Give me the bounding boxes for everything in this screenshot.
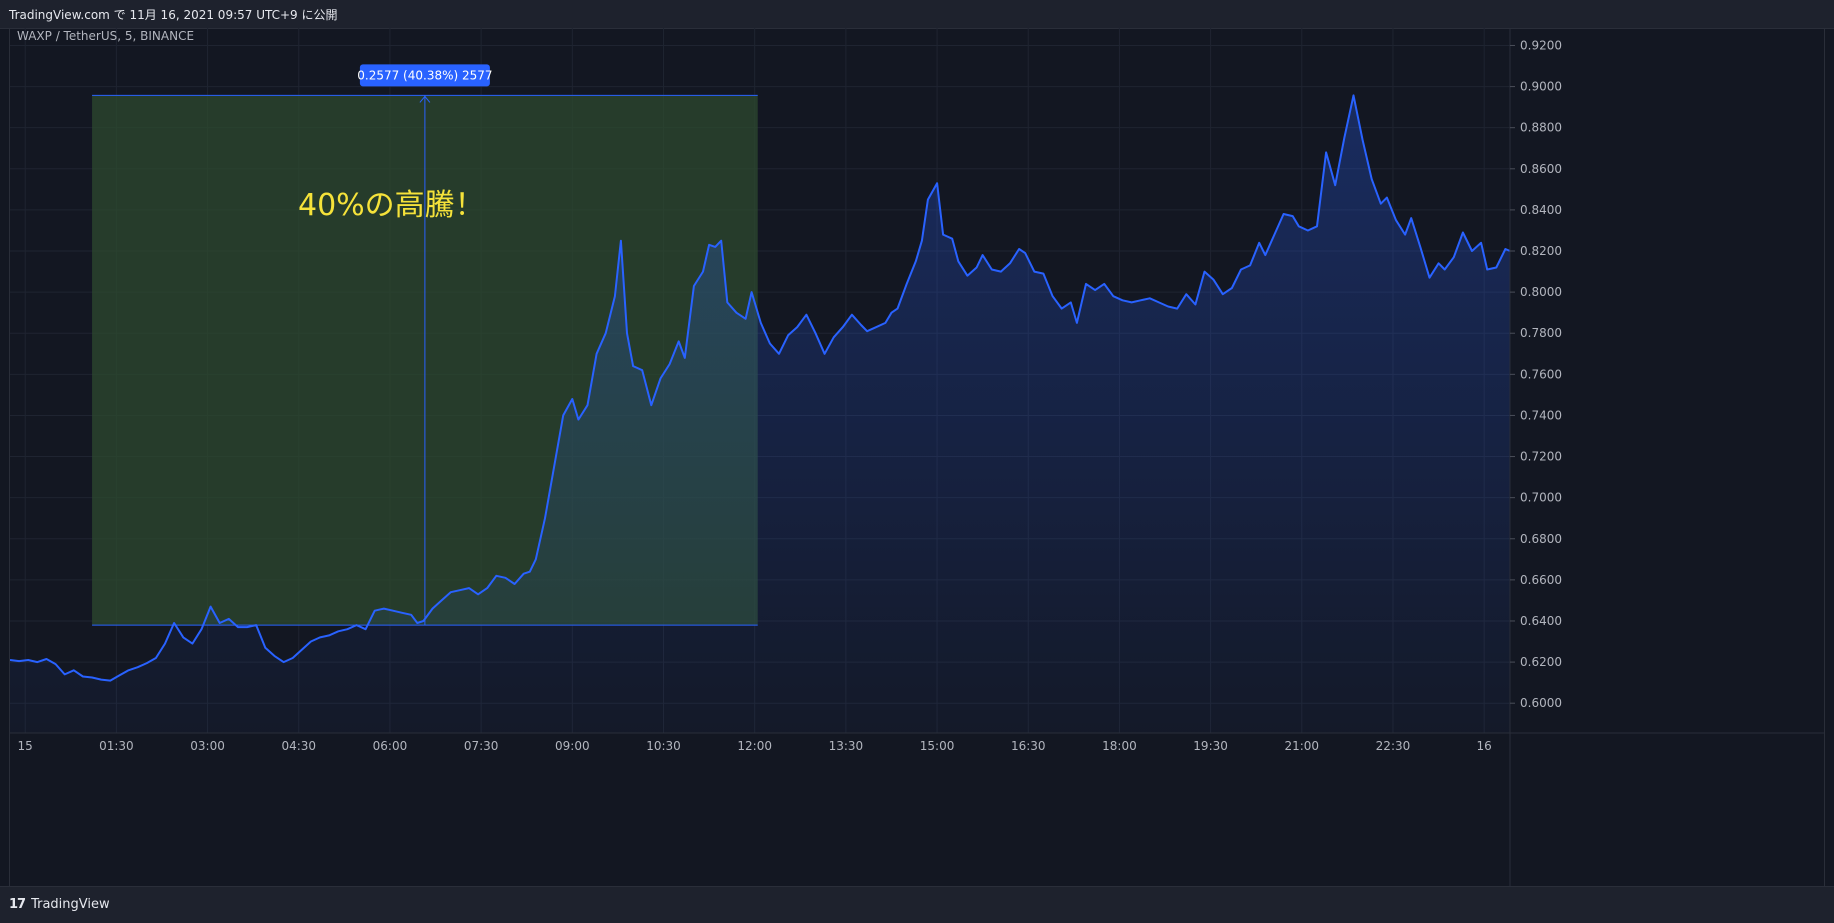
time-tick-label: 04:30 — [281, 739, 316, 753]
price-tick-label: 0.6800 — [1520, 532, 1562, 546]
tradingview-logo-icon: 17 — [9, 897, 26, 912]
time-tick-label: 09:00 — [555, 739, 590, 753]
price-tick-label: 0.9200 — [1520, 38, 1562, 52]
chart-area[interactable]: 0.2577 (40.38%) 2577 0.6000 0.6200 0.6400 0… — [9, 28, 1825, 886]
time-tick-label: 13:30 — [829, 739, 864, 753]
price-tick-label: 0.6000 — [1520, 696, 1562, 710]
publish-info-text: TradingView.com で 11月 16, 2021 09:57 UTC… — [9, 8, 338, 22]
tradingview-logo[interactable]: 17 TradingView — [9, 897, 110, 912]
price-tick-label: 0.9000 — [1520, 80, 1562, 94]
chart-canvas[interactable]: 0.2577 (40.38%) 2577 0.60000.62000.64000… — [10, 28, 1824, 886]
measure-badge-label: 0.2577 (40.38%) 2577 — [357, 68, 492, 82]
price-tick-label: 0.7000 — [1520, 491, 1562, 505]
time-tick-label: 22:30 — [1376, 739, 1411, 753]
price-tick-label: 0.8200 — [1520, 244, 1562, 258]
time-axis[interactable]: 15 01:30 03:00 04:30 06:00 07:30 09:00 10:30 12:… — [10, 732, 1824, 753]
time-tick-label: 18:00 — [1102, 739, 1137, 753]
price-tick-label: 0.7800 — [1520, 326, 1562, 340]
price-axis[interactable]: 0.6000 0.6200 0.6400 0.6600 0.6800 0.7000 0.72… — [1509, 28, 1562, 886]
time-tick-label: 07:30 — [464, 739, 499, 753]
price-tick-label: 0.8000 — [1520, 285, 1562, 299]
price-tick-label: 0.8600 — [1520, 162, 1562, 176]
price-tick-label: 0.8400 — [1520, 203, 1562, 217]
price-tick-label: 0.7200 — [1520, 450, 1562, 464]
price-tick-label: 0.6200 — [1520, 655, 1562, 669]
time-tick-label: 15:00 — [920, 739, 955, 753]
footer-bar: 17 TradingView — [0, 886, 1834, 923]
price-tick-label: 0.6600 — [1520, 573, 1562, 587]
time-tick-label: 16:30 — [1011, 739, 1046, 753]
time-tick-label: 16 — [1477, 739, 1492, 753]
price-tick-label: 0.7600 — [1520, 367, 1562, 381]
time-tick-label: 15 — [18, 739, 33, 753]
time-tick-label: 12:00 — [737, 739, 772, 753]
price-tick-label: 0.6400 — [1520, 614, 1562, 628]
time-tick-label: 01:30 — [99, 739, 134, 753]
time-tick-label: 03:00 — [190, 739, 225, 753]
annotation-text: 40%の高騰！ — [298, 188, 485, 223]
price-tick-label: 0.7400 — [1520, 408, 1562, 422]
time-tick-label: 21:00 — [1284, 739, 1319, 753]
time-tick-label: 19:30 — [1193, 739, 1228, 753]
publish-header: TradingView.com で 11月 16, 2021 09:57 UTC… — [0, 0, 1834, 29]
tradingview-logo-text: TradingView — [31, 897, 110, 912]
price-tick-label: 0.8800 — [1520, 121, 1562, 135]
time-tick-label: 10:30 — [646, 739, 681, 753]
symbol-label: WAXP / TetherUS, 5, BINANCE — [17, 29, 194, 43]
time-tick-label: 06:00 — [373, 739, 408, 753]
